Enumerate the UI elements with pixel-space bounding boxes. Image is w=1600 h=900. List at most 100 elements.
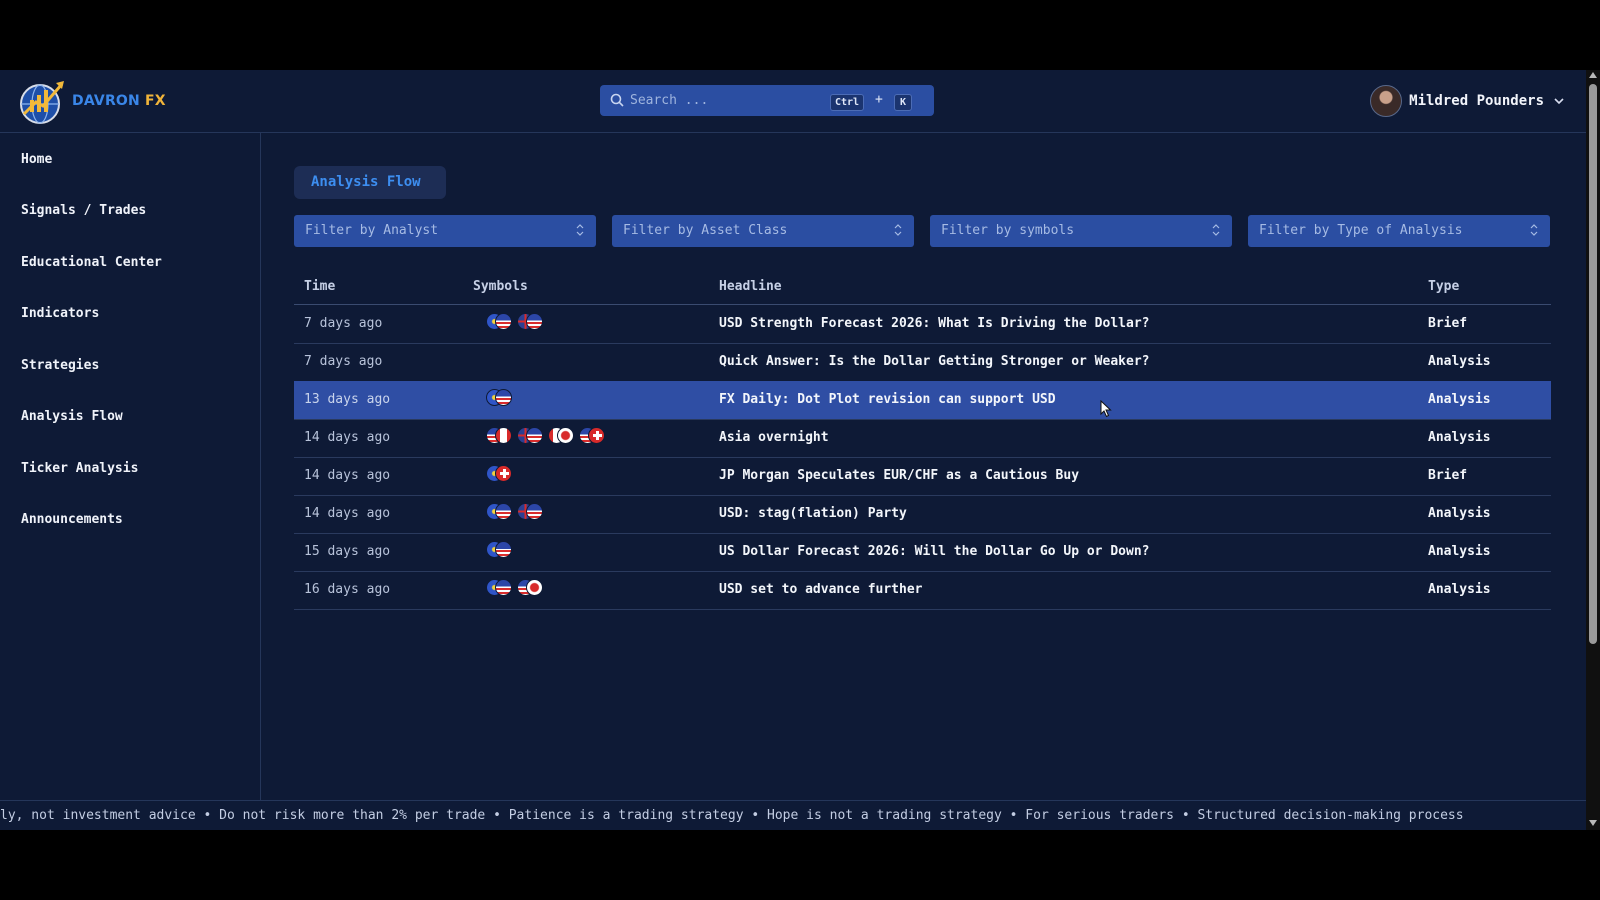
mouse-cursor-icon bbox=[1100, 400, 1112, 418]
row-type: Analysis bbox=[1428, 354, 1491, 369]
brand-logo[interactable]: DAVRON FX bbox=[16, 76, 166, 128]
filter-analyst-select[interactable]: Filter by Analyst bbox=[294, 215, 596, 247]
column-header-symbols[interactable]: Symbols bbox=[473, 279, 528, 294]
brand-name: DAVRON FX bbox=[72, 93, 166, 109]
shortcut-key-k: K bbox=[894, 94, 912, 111]
scroll-down-arrow-icon[interactable] bbox=[1589, 820, 1597, 826]
top-header: DAVRON FX Search ... Ctrl + K Mildred Po… bbox=[0, 70, 1586, 133]
flag-us-icon bbox=[495, 503, 512, 520]
table-row[interactable]: 14 days ago USD: stag(flation) Party Analy… bbox=[294, 495, 1551, 534]
app-window: DAVRON FX Search ... Ctrl + K Mildred Po… bbox=[0, 70, 1586, 830]
filter-asset-class-select[interactable]: Filter by Asset Class bbox=[612, 215, 914, 247]
row-type: Brief bbox=[1428, 468, 1468, 483]
shortcut-key-ctrl: Ctrl bbox=[830, 94, 864, 111]
row-time: 14 days ago bbox=[304, 468, 391, 483]
row-time: 14 days ago bbox=[304, 506, 391, 521]
row-symbols bbox=[486, 502, 543, 522]
currency-pair-icon[interactable] bbox=[486, 502, 512, 522]
column-header-type[interactable]: Type bbox=[1428, 279, 1459, 294]
row-headline[interactable]: US Dollar Forecast 2026: Will the Dollar… bbox=[719, 544, 1149, 559]
sidebar-item-analysis-flow[interactable]: Analysis Flow bbox=[21, 409, 123, 424]
row-time: 16 days ago bbox=[304, 582, 391, 597]
currency-pair-icon[interactable] bbox=[486, 312, 512, 332]
page-title: Analysis Flow bbox=[311, 174, 421, 190]
row-headline[interactable]: USD Strength Forecast 2026: What Is Driv… bbox=[719, 316, 1149, 331]
ticker-strip: ly, not investment advice • Do not risk … bbox=[0, 800, 1586, 831]
filter-analysis-type-select[interactable]: Filter by Type of Analysis bbox=[1248, 215, 1550, 247]
flag-us-icon bbox=[526, 427, 543, 444]
flag-jp-icon bbox=[557, 427, 574, 444]
flag-ch-icon bbox=[495, 465, 512, 482]
row-headline[interactable]: USD: stag(flation) Party bbox=[719, 506, 907, 521]
table-row[interactable]: 16 days ago USD set to advance further Ana… bbox=[294, 571, 1551, 610]
currency-pair-icon[interactable] bbox=[486, 464, 512, 484]
sidebar-item-strategies[interactable]: Strategies bbox=[21, 358, 99, 373]
row-headline[interactable]: Asia overnight bbox=[719, 430, 829, 445]
select-arrows-icon bbox=[576, 224, 584, 236]
column-header-headline[interactable]: Headline bbox=[719, 279, 782, 294]
currency-pair-icon[interactable] bbox=[486, 540, 512, 560]
row-headline[interactable]: USD set to advance further bbox=[719, 582, 923, 597]
chevron-down-icon bbox=[1554, 97, 1564, 104]
currency-pair-icon[interactable] bbox=[486, 426, 512, 446]
flag-jp-icon bbox=[526, 579, 543, 596]
filter-label: Filter by Asset Class bbox=[623, 223, 788, 238]
search-placeholder: Search ... bbox=[630, 93, 709, 108]
search-bar[interactable]: Search ... Ctrl + K bbox=[600, 85, 934, 116]
row-symbols bbox=[486, 388, 512, 408]
currency-pair-icon[interactable] bbox=[517, 426, 543, 446]
sidebar-item-announcements[interactable]: Announcements bbox=[21, 512, 123, 527]
shortcut-plus: + bbox=[875, 92, 883, 107]
flag-us-icon bbox=[495, 541, 512, 558]
row-headline[interactable]: Quick Answer: Is the Dollar Getting Stro… bbox=[719, 354, 1149, 369]
currency-pair-icon[interactable] bbox=[579, 426, 605, 446]
currency-pair-icon[interactable] bbox=[486, 388, 512, 408]
row-time: 13 days ago bbox=[304, 392, 391, 407]
table-row[interactable]: 7 days ago USD Strength Forecast 2026: Wh… bbox=[294, 305, 1551, 344]
row-symbols bbox=[486, 464, 512, 484]
currency-pair-icon[interactable] bbox=[486, 578, 512, 598]
user-name: Mildred Pounders bbox=[1409, 93, 1544, 109]
row-symbols bbox=[486, 426, 605, 446]
table-row[interactable]: 15 days ago US Dollar Forecast 2026: Will… bbox=[294, 533, 1551, 572]
sidebar-item-ticker-analysis[interactable]: Ticker Analysis bbox=[21, 461, 138, 476]
table-row[interactable]: 7 days ago Quick Answer: Is the Dollar Ge… bbox=[294, 343, 1551, 382]
page-title-tab: Analysis Flow bbox=[294, 166, 446, 199]
sidebar-item-home[interactable]: Home bbox=[21, 152, 52, 167]
globe-chart-icon bbox=[20, 81, 64, 124]
scroll-thumb[interactable] bbox=[1589, 84, 1597, 644]
filter-label: Filter by symbols bbox=[941, 223, 1075, 238]
column-header-time[interactable]: Time bbox=[304, 279, 335, 294]
row-time: 7 days ago bbox=[304, 354, 383, 369]
currency-pair-icon[interactable] bbox=[517, 578, 543, 598]
flag-ch-icon bbox=[588, 427, 605, 444]
row-type: Analysis bbox=[1428, 430, 1491, 445]
table-row[interactable]: 14 days ago Asia overnight Analysis bbox=[294, 419, 1551, 458]
filter-label: Filter by Analyst bbox=[305, 223, 439, 238]
sidebar-item-indicators[interactable]: Indicators bbox=[21, 306, 99, 321]
row-headline[interactable]: JP Morgan Speculates EUR/CHF as a Cautio… bbox=[719, 468, 1079, 483]
filter-symbols-select[interactable]: Filter by symbols bbox=[930, 215, 1232, 247]
sidebar-item-signals-trades[interactable]: Signals / Trades bbox=[21, 203, 146, 218]
flag-us-icon bbox=[495, 313, 512, 330]
table-row[interactable]: 14 days ago JP Morgan Speculates EUR/CHF … bbox=[294, 457, 1551, 496]
row-symbols bbox=[486, 578, 543, 598]
currency-pair-icon[interactable] bbox=[517, 502, 543, 522]
flag-us-icon bbox=[495, 579, 512, 596]
row-headline[interactable]: FX Daily: Dot Plot revision can support … bbox=[719, 392, 1056, 407]
scroll-up-arrow-icon[interactable] bbox=[1589, 72, 1597, 78]
select-arrows-icon bbox=[894, 224, 902, 236]
flag-us-icon bbox=[526, 503, 543, 520]
row-type: Analysis bbox=[1428, 506, 1491, 521]
table-row[interactable]: 13 days ago FX Daily: Dot Plot revision c… bbox=[294, 381, 1551, 420]
scrollbar[interactable] bbox=[1586, 70, 1600, 830]
currency-pair-icon[interactable] bbox=[548, 426, 574, 446]
sidebar-item-educational-center[interactable]: Educational Center bbox=[21, 255, 162, 270]
row-type: Analysis bbox=[1428, 544, 1491, 559]
row-symbols bbox=[486, 540, 512, 560]
flag-us-icon bbox=[495, 389, 512, 406]
row-type: Analysis bbox=[1428, 582, 1491, 597]
user-menu[interactable]: Mildred Pounders bbox=[1370, 84, 1564, 118]
currency-pair-icon[interactable] bbox=[517, 312, 543, 332]
row-symbols bbox=[486, 312, 543, 332]
